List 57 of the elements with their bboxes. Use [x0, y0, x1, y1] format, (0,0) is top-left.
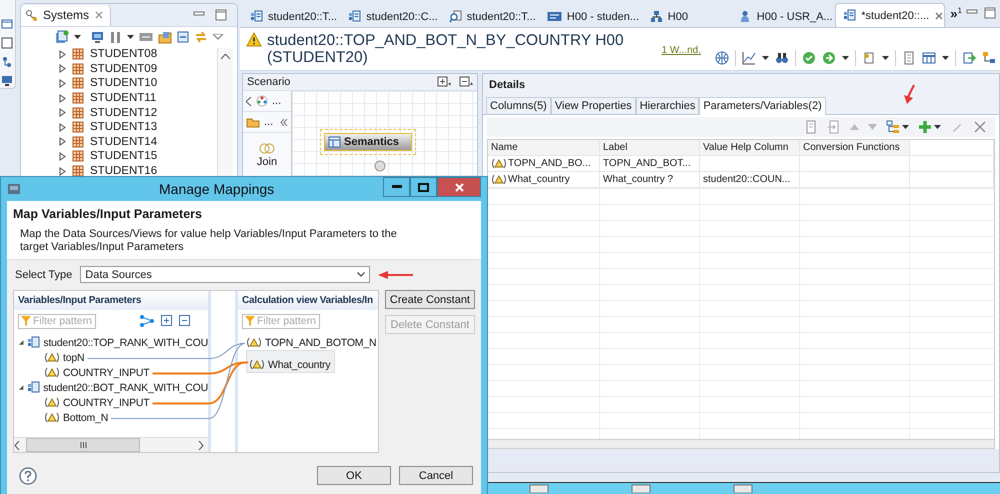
filter-field[interactable]: Filter pattern	[242, 314, 320, 328]
details-tab[interactable]: Parameters/Variables(2)	[699, 97, 826, 115]
table-cell: student20::COUN...	[700, 172, 800, 187]
editor-tab[interactable]: H00 - USR_A...	[730, 5, 834, 27]
column-header: Name	[488, 140, 600, 155]
tree-item[interactable]: Bottom_N	[63, 412, 108, 424]
tree-item[interactable]: STUDENT08	[90, 48, 158, 60]
list-item[interactable]: What_country	[246, 350, 336, 373]
folder-label[interactable]: ...	[264, 116, 274, 128]
column-header: Calculation view Variables/In	[238, 291, 378, 310]
tree-item[interactable]: STUDENT10	[90, 77, 158, 90]
view-subtitle: (STUDENT20)	[267, 49, 369, 66]
list-item[interactable]: TOPN_AND_BOTOM_N	[238, 335, 378, 350]
editor-tab[interactable]: *student20::...	[835, 3, 946, 27]
details-tab[interactable]: View Properties	[550, 97, 636, 114]
editor-tab[interactable]: student20::C...	[340, 5, 440, 27]
column-header: Value Help Column	[700, 140, 800, 155]
filter-field[interactable]: Filter pattern	[18, 314, 96, 328]
table-cell: TOPN_AND_BO...	[488, 156, 600, 171]
editor-tab[interactable]: H00 - studen...	[538, 5, 641, 27]
dialog-title: Manage Mappings	[159, 181, 274, 197]
details-tab[interactable]: Hierarchies	[636, 97, 700, 114]
tree-item[interactable]: STUDENT15	[90, 150, 158, 162]
tree-item[interactable]: student20::TOP_RANK_WITH_COU	[43, 336, 208, 348]
select-type-dropdown[interactable]: Data Sources	[80, 266, 370, 283]
table-cell: What_country ?	[600, 172, 700, 187]
tree-item[interactable]: STUDENT09	[90, 62, 158, 75]
field-label: Select Type	[15, 268, 72, 280]
column-header: Variables/Input Parameters	[14, 291, 208, 310]
tree-item[interactable]: student20::BOT_RANK_WITH_COU	[43, 382, 208, 394]
view-title: student20::TOP_AND_BOT_N_BY_COUNTRY H00	[267, 32, 624, 49]
panel-title: Scenario	[247, 76, 290, 88]
warnings-link[interactable]: 1 W...nd.	[662, 45, 701, 56]
tree-item[interactable]: STUDENT12	[90, 106, 158, 119]
editor-tab[interactable]: student20::T...	[440, 5, 538, 27]
column-header: Label	[600, 140, 700, 155]
cancel-button[interactable]: Cancel	[399, 466, 473, 485]
tree-item[interactable]: STUDENT14	[90, 136, 158, 148]
dialog-description: Map the Data Sources/Views for value help Variables/Input Parameters to the target Variables/Input Parameters	[20, 228, 398, 254]
editor-tab[interactable]: student20::T...	[242, 5, 340, 27]
systems-tab[interactable]: Systems	[21, 4, 112, 26]
tree-item[interactable]: topN	[63, 352, 84, 364]
tree-item[interactable]: STUDENT13	[90, 121, 158, 134]
tree-item[interactable]: COUNTRY_INPUT	[63, 366, 150, 378]
tree-item[interactable]: STUDENT11	[90, 92, 156, 104]
tree-item[interactable]: COUNTRY_INPUT	[63, 396, 150, 408]
create-button[interactable]: Create Constant	[384, 290, 475, 309]
panel-title: Details	[483, 74, 999, 97]
palette-label[interactable]: ...	[272, 95, 282, 107]
editor-tab[interactable]: H00	[642, 5, 730, 27]
details-tab[interactable]: Columns(5)	[486, 97, 551, 114]
table-cell: TOPN_AND_BOT...	[600, 156, 700, 171]
palette-item[interactable]: Join	[256, 156, 278, 168]
column-header: Conversion Functions	[800, 140, 910, 155]
ok-button[interactable]: OK	[317, 466, 391, 485]
tree-item[interactable]: STUDENT16	[90, 165, 158, 178]
dialog-heading: Map Variables/Input Parameters	[13, 207, 203, 221]
